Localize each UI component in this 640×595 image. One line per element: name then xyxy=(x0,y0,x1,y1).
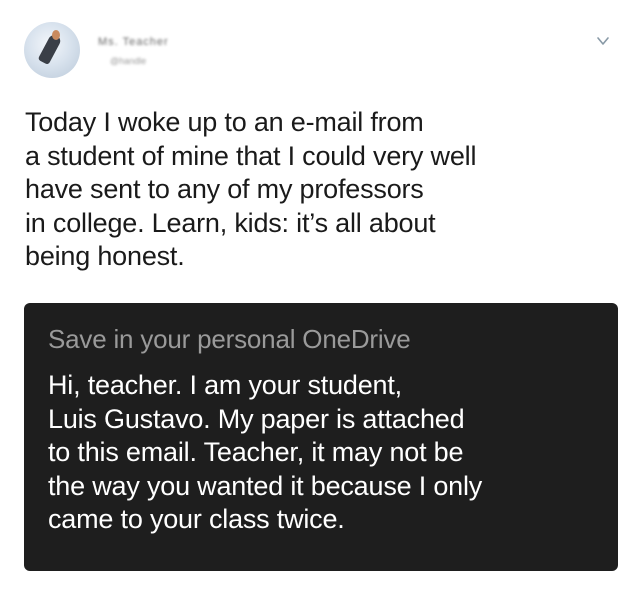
media-message: Hi, teacher. I am your student, Luis Gus… xyxy=(48,370,483,534)
avatar-head xyxy=(52,30,60,40)
tweet-text: Today I woke up to an e-mail from a stud… xyxy=(25,107,477,271)
media-screenshot[interactable]: Save in your personal OneDrive Hi, teach… xyxy=(24,303,618,571)
author-name[interactable]: Ms. Teacher xyxy=(98,36,258,48)
tweet-card: Ms. Teacher @handle Today I woke up to a… xyxy=(0,0,640,595)
media-caption: Save in your personal OneDrive xyxy=(48,324,411,354)
author-handle[interactable]: @handle xyxy=(110,56,170,66)
chevron-down-icon[interactable] xyxy=(596,34,610,48)
avatar[interactable] xyxy=(24,22,80,78)
